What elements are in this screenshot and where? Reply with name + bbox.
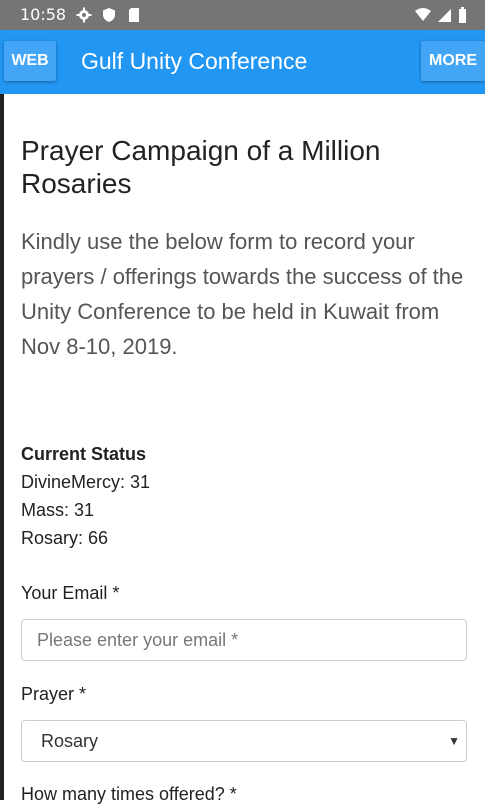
sd-card-icon [126,7,142,23]
status-left-icons [76,7,142,23]
prayer-selected-value: Rosary [41,730,99,751]
settings-icon [76,7,92,23]
status-line-mass: Mass: 31 [21,500,95,520]
status-line-rosary: Rosary: 66 [21,528,109,548]
status-time: 10:58 [20,5,67,24]
left-edge-bar [0,94,4,800]
page-title: Prayer Campaign of a Million Rosaries [21,135,381,199]
shield-icon [101,7,117,23]
email-field[interactable]: Please enter your email * [21,619,467,661]
app-bar: WEB Gulf Unity Conference MORE [0,30,485,94]
email-placeholder: Please enter your email * [37,629,239,650]
email-label: Your Email * [21,583,120,603]
times-offered-label: How many times offered? * [21,784,237,804]
wifi-icon [414,7,431,23]
battery-icon [458,7,467,23]
status-right-icons [414,7,467,23]
web-button[interactable]: WEB [4,41,56,81]
app-title: Gulf Unity Conference [81,48,308,74]
intro-text: Kindly use the below form to record your… [21,229,464,359]
signal-icon [436,7,452,23]
current-status: Current Status DivineMercy: 31 Mass: 31 … [21,440,150,552]
prayer-label: Prayer * [21,684,87,704]
status-heading: Current Status [21,444,147,464]
more-button[interactable]: MORE [421,41,485,81]
dropdown-caret-icon: ▼ [448,734,460,748]
status-line-divine-mercy: DivineMercy: 31 [21,472,151,492]
status-bar: 10:58 [0,0,485,30]
prayer-select[interactable]: Rosary ▼ [21,720,467,762]
